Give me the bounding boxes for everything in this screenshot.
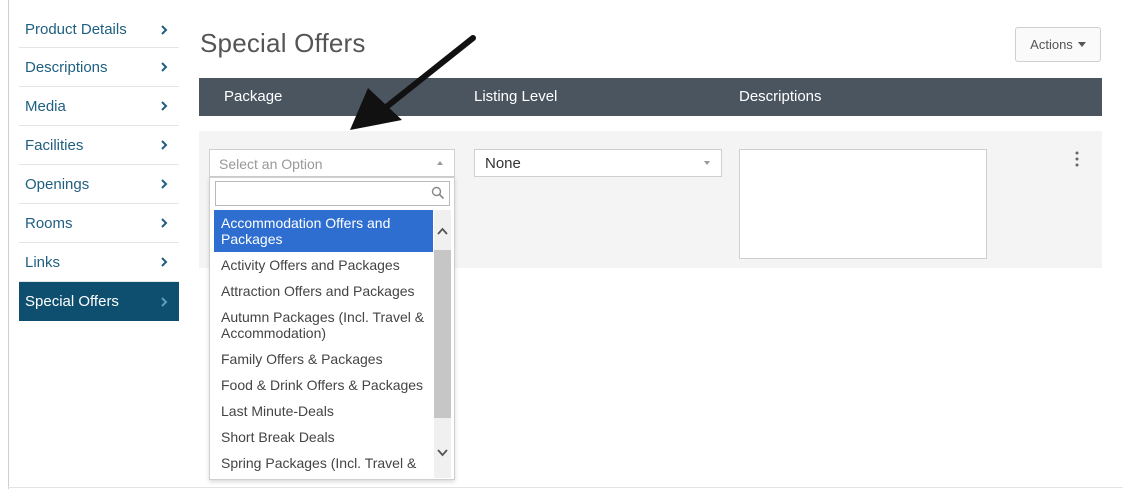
search-icon [431, 186, 445, 200]
chevron-right-icon [161, 179, 168, 189]
sidebar-item-descriptions[interactable]: Descriptions [19, 48, 179, 87]
package-select-placeholder: Select an Option [219, 156, 323, 172]
dropdown-search-input[interactable] [220, 182, 420, 204]
sidebar-item-special-offers[interactable]: Special Offers [19, 282, 179, 321]
dropdown-search [215, 181, 450, 206]
actions-button[interactable]: Actions [1015, 27, 1101, 62]
caret-up-icon [437, 161, 443, 165]
sidebar-item-openings[interactable]: Openings [19, 165, 179, 204]
chevron-right-icon [161, 140, 168, 150]
chevron-right-icon [161, 101, 168, 111]
sidebar-item-label: Product Details [25, 21, 127, 38]
chevron-right-icon [161, 257, 168, 267]
option-item[interactable]: Food & Drink Offers & Packages [214, 372, 433, 398]
package-select[interactable]: Select an Option [209, 149, 455, 177]
chevron-right-icon [161, 218, 168, 228]
sidebar-item-label: Links [25, 253, 61, 271]
left-border-line [8, 0, 9, 489]
caret-down-icon [1077, 42, 1086, 47]
option-item[interactable]: Spring Packages (Incl. Travel & [214, 450, 433, 476]
option-item[interactable]: Short Break Deals [214, 424, 433, 450]
chevron-up-icon[interactable] [437, 226, 448, 236]
caret-down-icon [704, 161, 710, 165]
scrollbar-thumb[interactable] [434, 250, 451, 418]
option-item[interactable]: Attraction Offers and Packages [214, 278, 433, 304]
arrow-annotation-icon [350, 35, 476, 130]
sidebar-item-label: Rooms [25, 214, 73, 232]
actions-label: Actions [1030, 37, 1073, 52]
sidebar-item-label: Openings [25, 175, 90, 193]
dropdown-scrollbar[interactable] [434, 210, 451, 478]
option-item[interactable]: Accommodation Offers and Packages [214, 210, 433, 252]
sidebar-item-label: Facilities [25, 136, 84, 154]
option-item[interactable]: Last Minute-Deals [214, 398, 433, 424]
more-options-icon[interactable] [1072, 150, 1082, 168]
bottom-border-line [8, 487, 1123, 488]
chevron-right-icon [161, 24, 168, 35]
chevron-down-icon[interactable] [437, 448, 448, 458]
column-header-descriptions: Descriptions [739, 88, 822, 105]
table-header: Package Listing Level Descriptions [199, 78, 1102, 116]
option-item[interactable]: Activity Offers and Packages [214, 252, 433, 278]
sidebar-item-label: Media [25, 97, 66, 115]
sidebar-item-label: Special Offers [25, 293, 119, 310]
option-list: Accommodation Offers and Packages Activi… [214, 210, 433, 476]
sidebar-item-label: Descriptions [25, 58, 108, 76]
option-item[interactable]: Autumn Packages (Incl. Travel & Accommod… [214, 304, 433, 346]
sidebar-item-facilities[interactable]: Facilities [19, 126, 179, 165]
sidebar-item-media[interactable]: Media [19, 87, 179, 126]
package-dropdown: Accommodation Offers and Packages Activi… [209, 177, 455, 480]
column-header-package: Package [224, 88, 283, 105]
descriptions-textarea[interactable] [739, 149, 987, 259]
option-item[interactable]: Family Offers & Packages [214, 346, 433, 372]
sidebar-item-rooms[interactable]: Rooms [19, 204, 179, 243]
sidebar-item-links[interactable]: Links [19, 243, 179, 282]
listing-level-select[interactable]: None [474, 149, 722, 177]
chevron-right-icon [161, 62, 168, 72]
sidebar-nav: Product Details Descriptions Media Facil… [19, 12, 179, 321]
sidebar-item-product-details[interactable]: Product Details [19, 12, 179, 48]
chevron-right-icon [161, 296, 168, 307]
listing-level-value: None [485, 155, 521, 172]
